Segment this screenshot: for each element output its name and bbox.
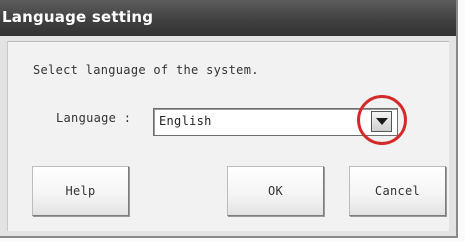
dialog-title: Language setting: [2, 8, 154, 26]
chevron-down-icon: [376, 118, 388, 125]
title-bar: Language setting: [0, 0, 456, 36]
language-dropdown-button[interactable]: [371, 111, 392, 132]
help-button[interactable]: Help: [32, 166, 129, 216]
language-select[interactable]: English: [153, 108, 398, 136]
instruction-text: Select language of the system.: [33, 63, 259, 77]
cancel-button[interactable]: Cancel: [349, 166, 446, 216]
language-value: English: [159, 114, 212, 128]
ok-button[interactable]: OK: [227, 166, 324, 216]
screen: Language setting Select language of the …: [0, 0, 465, 242]
language-label: Language :: [56, 111, 132, 125]
